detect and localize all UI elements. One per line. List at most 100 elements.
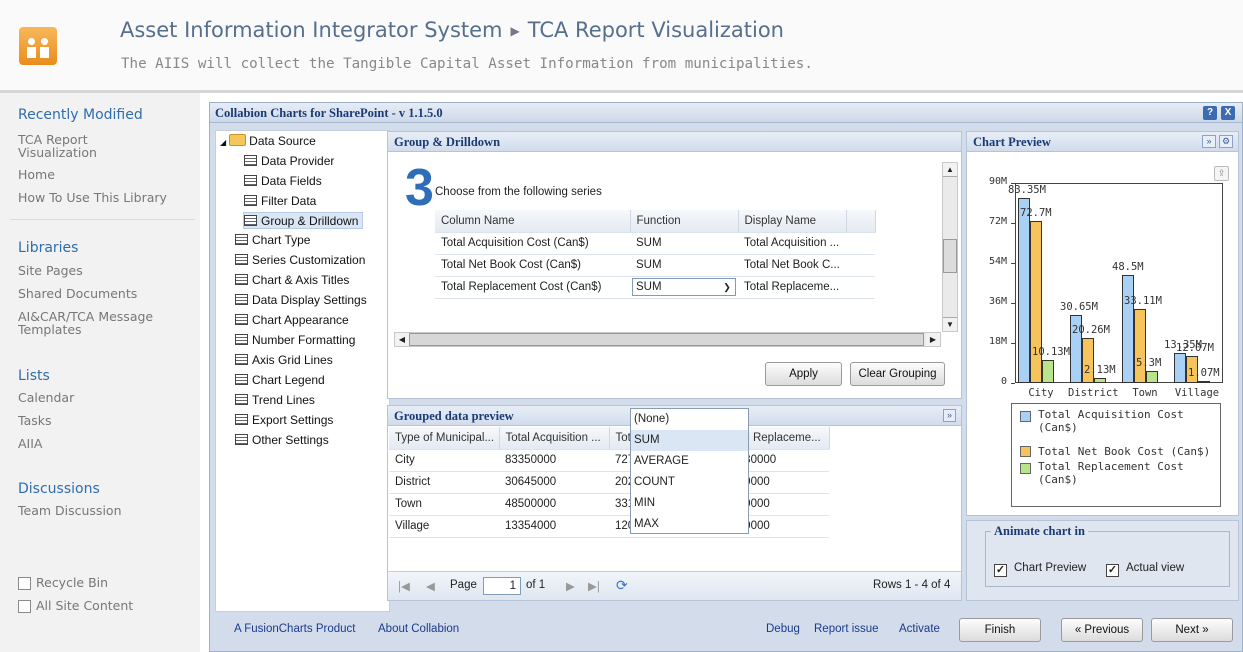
report-issue-link[interactable]: Report issue [814,623,879,635]
tree-item-group-drilldown[interactable]: Group & Drilldown [243,212,364,229]
nav-item-message-templates-2[interactable]: Templates [18,323,82,337]
prev-page-icon[interactable]: ◀ [426,579,435,593]
chart-bar [1174,353,1186,383]
animate-actual-view-option[interactable]: ✓ Actual view [1106,562,1184,577]
cell-display-name[interactable]: Total Replaceme... [738,276,846,299]
help-button[interactable]: ? [1203,106,1217,120]
activate-link[interactable]: Activate [899,623,940,635]
nav-item-aiia[interactable]: AIIA [18,437,42,451]
fusioncharts-link[interactable]: A FusionCharts Product [234,623,355,635]
animate-chart-preview-option[interactable]: ✓ Chart Preview [994,562,1086,577]
col-header-display-name[interactable]: Display Name [738,210,847,233]
about-collabion-link[interactable]: About Collabion [378,623,459,635]
tree-item-chart-type[interactable]: Chart Type [235,232,310,249]
recycle-bin-icon [18,577,31,590]
col-header-type[interactable]: Type of Municipal... [389,427,500,450]
table-cell: Town [389,493,499,516]
nav-heading-discussions[interactable]: Discussions [18,481,100,497]
nav-item-shared-documents[interactable]: Shared Documents [18,287,137,301]
expand-icon[interactable]: » [1202,135,1216,148]
nav-item-tca-report-2[interactable]: Visualization [18,146,97,160]
scroll-down-icon[interactable]: ▼ [943,317,957,331]
tree-item-data-fields[interactable]: Data Fields [244,173,322,190]
table-row[interactable]: Total Replacement Cost (Can$) SUM ❯ Tota… [435,276,875,299]
nav-item-tasks[interactable]: Tasks [18,414,52,428]
tree-item-chart-axis-titles[interactable]: Chart & Axis Titles [235,272,349,289]
dropdown-option-min[interactable]: MIN [631,493,748,514]
scroll-h-thumb[interactable] [409,333,924,346]
y-tick-mark [1011,303,1015,304]
nav-item-site-pages[interactable]: Site Pages [18,264,83,278]
nav-heading-recently-modified[interactable]: Recently Modified [18,107,143,123]
tree-item-chart-appearance[interactable]: Chart Appearance [235,312,349,329]
scroll-thumb[interactable] [943,239,957,273]
cell-function[interactable]: SUM [630,232,738,255]
function-select[interactable]: SUM ❯ [630,276,738,299]
previous-button[interactable]: « Previous [1061,618,1143,642]
cell-display-name[interactable]: Total Acquisition ... [738,232,846,255]
horizontal-scrollbar[interactable]: ◀ ▶ [394,332,941,347]
tree-item-trend-lines[interactable]: Trend Lines [235,392,315,409]
nav-item-calendar[interactable]: Calendar [18,391,74,405]
tree-item-label: Export Settings [252,413,334,427]
nav-heading-lists[interactable]: Lists [18,368,50,384]
next-button[interactable]: Next » [1151,618,1233,642]
table-row[interactable]: Total Net Book Cost (Can$) SUM Total Net… [435,254,875,277]
chart-bar [1042,360,1054,383]
apply-button[interactable]: Apply [765,362,842,386]
cell-function[interactable]: SUM [630,254,738,277]
tree-item-axis-grid-lines[interactable]: Axis Grid Lines [235,352,333,369]
site-title-link[interactable]: Asset Information Integrator System [120,18,503,42]
clear-grouping-button[interactable]: Clear Grouping [850,362,945,386]
tree-item-number-formatting[interactable]: Number Formatting [235,332,355,349]
nav-item-team-discussion[interactable]: Team Discussion [18,504,122,518]
data-label: 30.65M [1060,300,1098,313]
tree-item-filter-data[interactable]: Filter Data [244,193,316,210]
chart-export-icon[interactable]: ⇪ [1214,166,1229,181]
tree-item-other-settings[interactable]: Other Settings [235,432,329,449]
nav-item-recycle-bin[interactable]: Recycle Bin [18,576,108,590]
debug-link[interactable]: Debug [766,623,800,635]
dropdown-option-average[interactable]: AVERAGE [631,451,748,472]
tree-item-export-settings[interactable]: Export Settings [235,412,333,429]
dropdown-option-count[interactable]: COUNT [631,472,748,493]
tree-item-data-provider[interactable]: Data Provider [244,153,334,170]
nav-heading-libraries[interactable]: Libraries [18,240,78,256]
collapse-icon[interactable]: ◢ [220,138,226,147]
chevron-down-icon[interactable]: ❯ [719,279,735,295]
dropdown-option-max[interactable]: MAX [631,514,748,535]
page-icon [244,215,257,226]
col-header-function[interactable]: Function [630,210,739,233]
col-header-column-name[interactable]: Column Name [435,210,631,233]
table-row[interactable]: Total Acquisition Cost (Can$) SUM Total … [435,232,875,255]
scroll-left-icon[interactable]: ◀ [395,333,409,346]
site-logo-icon[interactable] [19,27,57,65]
first-page-icon[interactable]: |◀ [398,579,410,593]
tree-item-series-customization[interactable]: Series Customization [235,252,365,269]
settings-icon[interactable]: ⚙ [1219,135,1233,148]
nav-item-how-to[interactable]: How To Use This Library [18,191,167,205]
vertical-scrollbar[interactable]: ▲ ▼ [942,162,958,332]
close-button[interactable]: X [1221,106,1235,120]
nav-item-home[interactable]: Home [18,168,55,182]
finish-button[interactable]: Finish [959,618,1041,642]
last-page-icon[interactable]: ▶| [588,579,600,593]
col-header-acquisition[interactable]: Total Acquisition ... [499,427,610,450]
data-label: 10.13M [1032,346,1070,359]
refresh-icon[interactable]: ⟳ [616,577,628,594]
collapse-panel-icon[interactable]: » [943,409,956,422]
tree-item-data-display-settings[interactable]: Data Display Settings [235,292,367,309]
dropdown-option-sum[interactable]: SUM [631,430,748,451]
next-page-icon[interactable]: ▶ [566,579,575,593]
page-number-input[interactable]: 1 [483,577,521,595]
scroll-right-icon[interactable]: ▶ [926,333,940,346]
dropdown-option-none[interactable]: (None) [631,409,748,430]
checkbox-checked-icon[interactable]: ✓ [1106,564,1119,577]
nav-item-all-site-content[interactable]: All Site Content [18,599,133,613]
scroll-up-icon[interactable]: ▲ [943,163,957,177]
cell-display-name[interactable]: Total Net Book C... [738,254,846,277]
tree-node-data-source[interactable]: ◢ Data Source [220,133,316,150]
function-dropdown[interactable]: (None) SUM AVERAGE COUNT MIN MAX [630,408,749,534]
tree-item-chart-legend[interactable]: Chart Legend [235,372,325,389]
checkbox-checked-icon[interactable]: ✓ [994,564,1007,577]
